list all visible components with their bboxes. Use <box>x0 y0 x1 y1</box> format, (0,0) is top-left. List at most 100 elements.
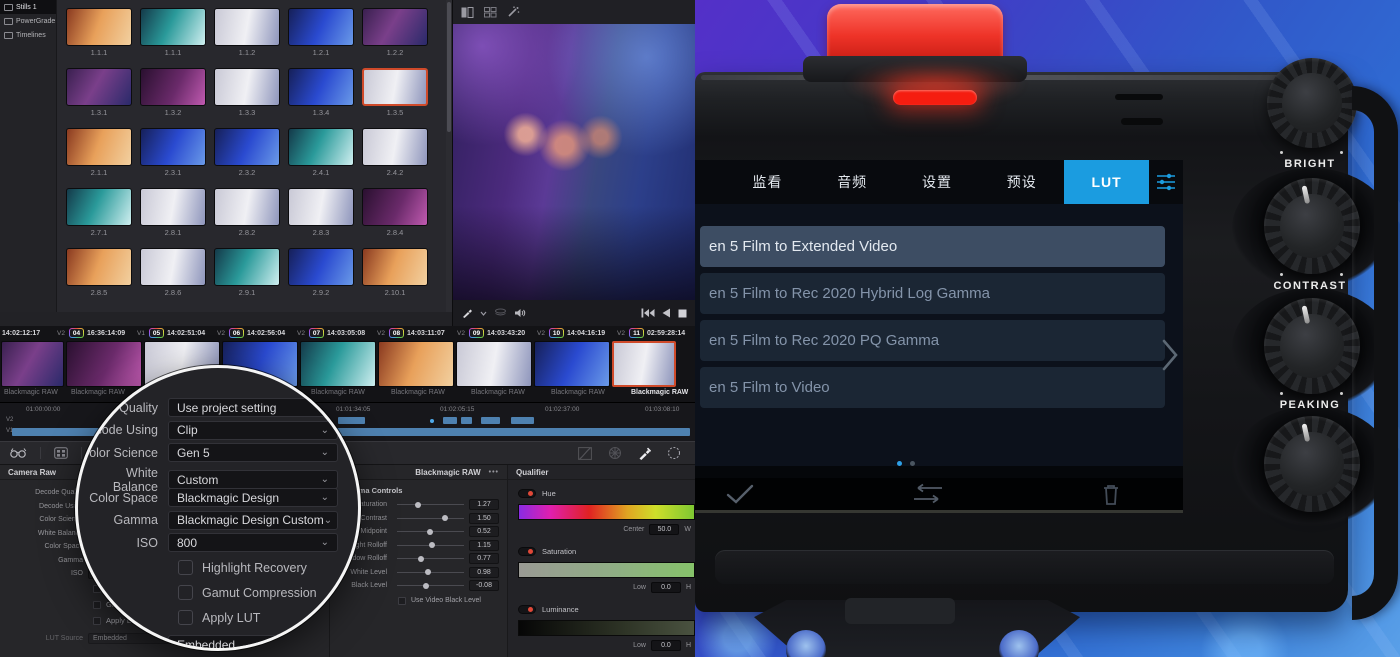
lut-list-item[interactable]: en 5 Film to Extended Video <box>700 226 1165 267</box>
clip-number-badge[interactable]: 08 <box>389 328 404 338</box>
slider-handle[interactable] <box>427 529 433 535</box>
still-thumbnail[interactable] <box>66 248 132 286</box>
magnified-checkbox[interactable]: Highlight Recovery <box>178 560 307 575</box>
still-thumbnail[interactable] <box>214 128 280 166</box>
sidebar-item-timelines[interactable]: Timelines <box>0 28 56 42</box>
slider-track[interactable] <box>397 585 464 586</box>
clip-thumbnail[interactable] <box>378 341 454 387</box>
slider-value[interactable]: -0.08 <box>469 580 499 591</box>
still-thumbnail[interactable] <box>288 128 354 166</box>
magnified-dropdown[interactable]: Blackmagic Design⌄ <box>168 488 338 507</box>
grid-view-icon[interactable] <box>484 7 497 18</box>
slider-value[interactable]: 0.52 <box>469 526 499 537</box>
check-icon[interactable] <box>725 483 755 505</box>
bright-knob[interactable] <box>1264 178 1360 274</box>
still-thumbnail[interactable] <box>362 188 428 226</box>
still-thumbnail[interactable] <box>288 188 354 226</box>
split-screen-icon[interactable] <box>461 7 474 18</box>
clip-thumbnail[interactable] <box>534 341 610 387</box>
color-picker-icon[interactable] <box>461 307 473 319</box>
options-menu-icon[interactable]: ••• <box>489 469 499 476</box>
wand-icon[interactable] <box>507 6 520 18</box>
stop-icon[interactable] <box>678 309 687 318</box>
peaking-knob[interactable] <box>1264 416 1360 512</box>
sidebar-item-powergrade-1[interactable]: PowerGrade 1 <box>0 14 56 28</box>
slider-value[interactable]: 0.77 <box>469 553 499 564</box>
slider-track[interactable] <box>397 572 464 573</box>
clip-number-badge[interactable]: 09 <box>469 328 484 338</box>
timeline-clip-v2[interactable] <box>461 417 472 424</box>
still-thumbnail[interactable] <box>140 248 206 286</box>
clip-thumbnail[interactable] <box>456 341 532 387</box>
clip-number-badge[interactable]: 10 <box>549 328 564 338</box>
still-thumbnail[interactable] <box>288 68 354 106</box>
contrast-knob[interactable] <box>1264 298 1360 394</box>
slider-handle[interactable] <box>429 542 435 548</box>
timeline-clip-v2[interactable] <box>511 417 534 424</box>
enable-toggle[interactable] <box>518 605 536 614</box>
clip-number-badge[interactable]: 04 <box>69 328 84 338</box>
still-thumbnail[interactable] <box>140 8 206 46</box>
magnified-checkbox[interactable]: Apply LUT <box>178 610 260 625</box>
still-thumbnail[interactable] <box>140 68 206 106</box>
color-chart-icon[interactable] <box>54 447 68 459</box>
clip-number-badge[interactable]: 05 <box>149 328 164 338</box>
slider-value[interactable]: 1.50 <box>469 513 499 524</box>
record-tally-button[interactable] <box>827 4 1003 62</box>
slider-track[interactable] <box>397 531 464 532</box>
knob-partial[interactable] <box>1267 58 1357 148</box>
still-thumbnail[interactable] <box>66 188 132 226</box>
tab-音频[interactable]: 音频 <box>810 160 895 204</box>
page-dot[interactable] <box>910 461 915 466</box>
checkbox-icon[interactable] <box>178 585 193 600</box>
still-thumbnail[interactable] <box>214 8 280 46</box>
stack-icon[interactable] <box>494 308 507 318</box>
timeline-clip-v2[interactable] <box>481 417 500 424</box>
magnified-dropdown[interactable]: Use project setting <box>168 398 338 417</box>
magnified-checkbox[interactable]: Gamut Compression <box>178 585 317 600</box>
clip-thumbnail[interactable] <box>612 341 676 387</box>
camera-raw-icon[interactable] <box>10 447 27 459</box>
still-thumbnail[interactable] <box>66 8 132 46</box>
still-thumbnail[interactable] <box>214 248 280 286</box>
slider-handle[interactable] <box>425 569 431 575</box>
slider-track[interactable] <box>397 518 464 519</box>
still-thumbnail[interactable] <box>362 248 428 286</box>
slider-track[interactable] <box>397 545 464 546</box>
chevron-right-icon[interactable] <box>1159 338 1181 377</box>
still-thumbnail[interactable] <box>214 188 280 226</box>
tab-设置[interactable]: 设置 <box>895 160 980 204</box>
slider-track[interactable] <box>397 504 464 505</box>
slider-value[interactable]: 1.27 <box>469 499 499 510</box>
still-thumbnail[interactable] <box>288 248 354 286</box>
clip-number-badge[interactable]: 06 <box>229 328 244 338</box>
chevron-down-icon[interactable] <box>480 311 487 316</box>
still-thumbnail[interactable] <box>66 68 132 106</box>
scrollbar-thumb[interactable] <box>447 2 451 132</box>
qualifier-gradient-bar[interactable] <box>518 562 695 578</box>
use-video-black-level-checkbox[interactable]: Use Video Black Level <box>398 597 507 605</box>
slider-value[interactable]: 1.15 <box>469 540 499 551</box>
enable-toggle[interactable] <box>518 489 536 498</box>
play-reverse-icon[interactable] <box>662 308 671 318</box>
tab-预设[interactable]: 预设 <box>979 160 1064 204</box>
checkbox-icon[interactable] <box>398 597 406 605</box>
timeline-clip-v2[interactable] <box>443 417 457 424</box>
tab-监看[interactable]: 监看 <box>725 160 810 204</box>
clip-number-badge[interactable]: 11 <box>629 328 644 338</box>
playhead-marker[interactable] <box>430 419 434 423</box>
slider-handle[interactable] <box>418 556 424 562</box>
field-value[interactable]: 50.0 <box>649 524 679 535</box>
still-thumbnail[interactable] <box>140 128 206 166</box>
enable-toggle[interactable] <box>518 547 536 556</box>
checkbox-icon[interactable] <box>178 610 193 625</box>
checkbox-icon[interactable] <box>178 560 193 575</box>
field-value[interactable]: 0.0 <box>651 640 681 651</box>
tab-lut[interactable]: LUT <box>1064 160 1149 204</box>
still-thumbnail[interactable] <box>362 128 428 166</box>
qualifier-gradient-bar[interactable] <box>518 504 695 520</box>
still-thumbnail[interactable] <box>140 188 206 226</box>
lut-list-item[interactable]: en 5 Film to Rec 2020 Hybrid Log Gamma <box>700 273 1165 314</box>
slider-value[interactable]: 0.98 <box>469 567 499 578</box>
qualifier-gradient-bar[interactable] <box>518 620 695 636</box>
